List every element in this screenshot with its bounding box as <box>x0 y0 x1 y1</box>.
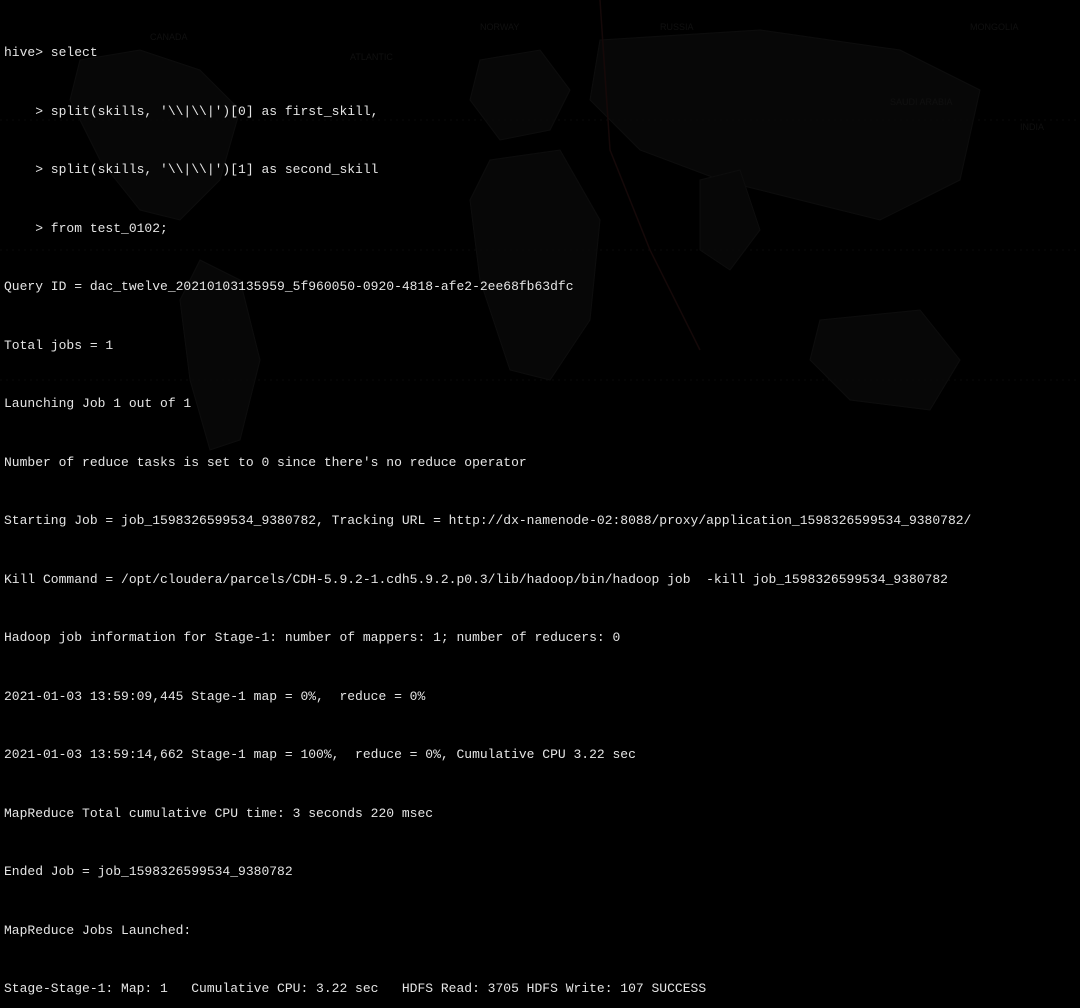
query-id-line: Query ID = dac_twelve_20210103135959_5f9… <box>4 277 1076 297</box>
prompt-line: > split(skills, '\\|\\|')[0] as first_sk… <box>4 102 1076 122</box>
hadoop-info-line: Hadoop job information for Stage-1: numb… <box>4 628 1076 648</box>
launching-line: Launching Job 1 out of 1 <box>4 394 1076 414</box>
total-jobs-line: Total jobs = 1 <box>4 336 1076 356</box>
jobs-launched-line: MapReduce Jobs Launched: <box>4 921 1076 941</box>
prompt-line: > from test_0102; <box>4 219 1076 239</box>
reduce-tasks-line: Number of reduce tasks is set to 0 since… <box>4 453 1076 473</box>
progress-line: 2021-01-03 13:59:09,445 Stage-1 map = 0%… <box>4 687 1076 707</box>
ended-job-line: Ended Job = job_1598326599534_9380782 <box>4 862 1076 882</box>
terminal-output: hive> select > split(skills, '\\|\\|')[0… <box>0 0 1080 1008</box>
stage-stage-line: Stage-Stage-1: Map: 1 Cumulative CPU: 3.… <box>4 979 1076 999</box>
progress-line: 2021-01-03 13:59:14,662 Stage-1 map = 10… <box>4 745 1076 765</box>
prompt-line: > split(skills, '\\|\\|')[1] as second_s… <box>4 160 1076 180</box>
starting-job-line: Starting Job = job_1598326599534_9380782… <box>4 511 1076 531</box>
prompt-line: hive> select <box>4 43 1076 63</box>
mapreduce-total-line: MapReduce Total cumulative CPU time: 3 s… <box>4 804 1076 824</box>
kill-command-line: Kill Command = /opt/cloudera/parcels/CDH… <box>4 570 1076 590</box>
